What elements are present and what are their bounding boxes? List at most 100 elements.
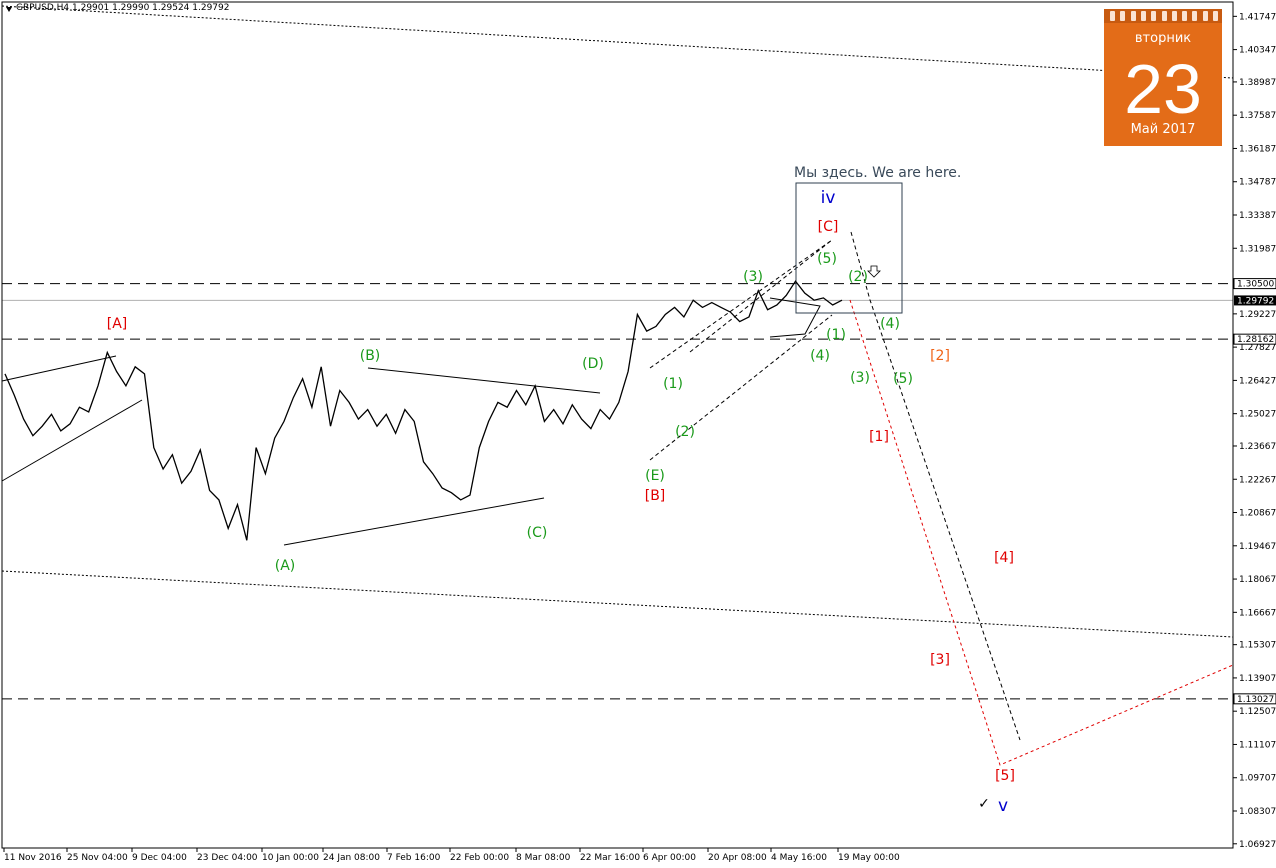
wave-label: [A] xyxy=(107,316,128,332)
y-tick-label: 1.41747 xyxy=(1239,12,1276,22)
wave-label: (B) xyxy=(360,348,381,364)
y-tick-label: 1.31987 xyxy=(1239,244,1276,254)
calendar-month: Май 2017 xyxy=(1130,122,1196,137)
calendar-ring-icon xyxy=(1161,11,1167,21)
calendar-ring-icon xyxy=(1213,11,1218,21)
calendar-ring-icon xyxy=(1110,11,1115,21)
y-tick-label: 1.20867 xyxy=(1239,509,1276,519)
x-tick-label: 9 Dec 04:00 xyxy=(132,853,187,863)
y-tick-label: 1.16667 xyxy=(1239,608,1276,618)
calendar-ring-icon xyxy=(1192,11,1198,21)
x-tick-label: 22 Feb 00:00 xyxy=(450,853,509,863)
chart-title: GBPUSD,H4 1.29901 1.29990 1.29524 1.2979… xyxy=(6,3,230,13)
checkmark-icon: ✓ xyxy=(978,796,990,812)
x-tick-label: 24 Jan 08:00 xyxy=(323,853,380,863)
calendar-day: 23 xyxy=(1124,50,1202,128)
wave-label: (3) xyxy=(743,269,763,285)
wave-label: [5] xyxy=(995,768,1015,784)
y-tick-label: 1.29227 xyxy=(1239,310,1276,320)
wave-label: [4] xyxy=(994,550,1014,566)
x-tick-label: 22 Mar 16:00 xyxy=(580,853,640,863)
current-price-label: 1.29792 xyxy=(1237,296,1274,306)
wave-label: [B] xyxy=(645,488,666,504)
symbol-ohlc-text: GBPUSD,H4 1.29901 1.29990 1.29524 1.2979… xyxy=(16,3,230,13)
y-tick-label: 1.33387 xyxy=(1239,211,1276,221)
wave-label: (5) xyxy=(893,371,913,387)
y-tick-label: 1.37587 xyxy=(1239,111,1276,121)
wave-label: (5) xyxy=(817,251,837,267)
y-tick-label: 1.36187 xyxy=(1239,144,1276,154)
upper-channel-line xyxy=(1,5,1234,79)
y-tick-label: 1.09707 xyxy=(1239,774,1276,784)
plot-frame xyxy=(1,1,1234,849)
wave-label: [2] xyxy=(930,348,950,364)
down-arrow-icon xyxy=(867,265,881,278)
wave-label: (4) xyxy=(880,316,900,332)
calendar-ring-icon xyxy=(1130,11,1136,21)
wave-label: v xyxy=(998,796,1008,816)
calendar-widget: вторник 23 Май 2017 xyxy=(1104,9,1222,146)
y-tick-label: 1.40347 xyxy=(1239,46,1276,56)
wave-label: (C) xyxy=(527,525,548,541)
calendar-ring-icon xyxy=(1140,11,1146,21)
y-tick-label: 1.15307 xyxy=(1239,641,1276,651)
wave-label: (4) xyxy=(810,348,830,364)
calendar-ring-icon xyxy=(1171,11,1177,21)
y-tick-label: 1.26427 xyxy=(1239,376,1276,386)
y-tick-label: 1.08307 xyxy=(1239,807,1276,817)
calendar-ring-icon xyxy=(1202,11,1208,21)
gbpusd-chart: Мы здесь. We are here. [A] (A) (B) (C) (D) (E)… xyxy=(1,1,1276,863)
y-tick-label: 1.13907 xyxy=(1239,674,1276,684)
calendar-rings xyxy=(1104,9,1222,23)
y-tick-label: 1.22267 xyxy=(1239,475,1276,485)
x-tick-label: 11 Nov 2016 xyxy=(4,853,62,863)
level-price-label: 1.28162 xyxy=(1237,335,1274,345)
y-tick-label: 1.11107 xyxy=(1239,740,1276,750)
trend-line xyxy=(283,497,545,546)
wave-label: [C] xyxy=(818,219,839,235)
wave-label: (2) xyxy=(675,424,695,440)
wave-label: [3] xyxy=(930,652,950,668)
calendar-ring-icon xyxy=(1120,11,1126,21)
y-tick-label: 1.12507 xyxy=(1239,707,1276,717)
level-price-label: 1.13027 xyxy=(1237,695,1274,705)
x-tick-label: 6 Apr 00:00 xyxy=(643,853,696,863)
y-tick-label: 1.23667 xyxy=(1239,442,1276,452)
calendar-ring-icon xyxy=(1182,11,1188,21)
x-tick-label: 23 Dec 04:00 xyxy=(197,853,258,863)
menu-arrow-icon[interactable] xyxy=(6,7,12,12)
wave-label: iv xyxy=(821,188,836,208)
wave-label: (1) xyxy=(663,376,683,392)
x-tick-label: 25 Nov 04:00 xyxy=(67,853,128,863)
wave-label: (A) xyxy=(275,558,296,574)
x-tick-label: 10 Jan 00:00 xyxy=(262,853,319,863)
wave-label: (E) xyxy=(645,468,665,484)
wave-label: (2) xyxy=(848,269,868,285)
x-tick-label: 4 May 16:00 xyxy=(771,853,827,863)
x-tick-label: 7 Feb 16:00 xyxy=(387,853,441,863)
y-tick-label: 1.19467 xyxy=(1239,542,1276,552)
we-are-here-text: Мы здесь. We are here. xyxy=(794,165,961,181)
calendar-weekday: вторник xyxy=(1134,31,1192,46)
projection-red xyxy=(849,299,1234,766)
y-tick-label: 1.34787 xyxy=(1239,178,1276,188)
wave-label: (D) xyxy=(582,356,604,372)
trend-line xyxy=(1,399,143,482)
x-tick-label: 20 Apr 08:00 xyxy=(708,853,767,863)
wave-label: [1] xyxy=(869,429,889,445)
wave-label: (1) xyxy=(826,327,846,343)
trend-line xyxy=(367,367,601,394)
we-are-here-box xyxy=(795,182,903,314)
calendar-ring-icon xyxy=(1151,11,1157,21)
x-tick-label: 19 May 00:00 xyxy=(838,853,900,863)
wave-label: (3) xyxy=(850,370,870,386)
x-tick-label: 8 Mar 08:00 xyxy=(516,853,571,863)
trend-line xyxy=(1,355,117,382)
y-tick-label: 1.25027 xyxy=(1239,410,1276,420)
y-tick-label: 1.38987 xyxy=(1239,78,1276,88)
level-price-label: 1.30500 xyxy=(1237,280,1274,290)
price-series-line xyxy=(4,280,843,541)
y-tick-label: 1.18067 xyxy=(1239,575,1276,585)
y-tick-label: 1.06927 xyxy=(1239,840,1276,850)
lower-channel-line xyxy=(1,570,1234,638)
